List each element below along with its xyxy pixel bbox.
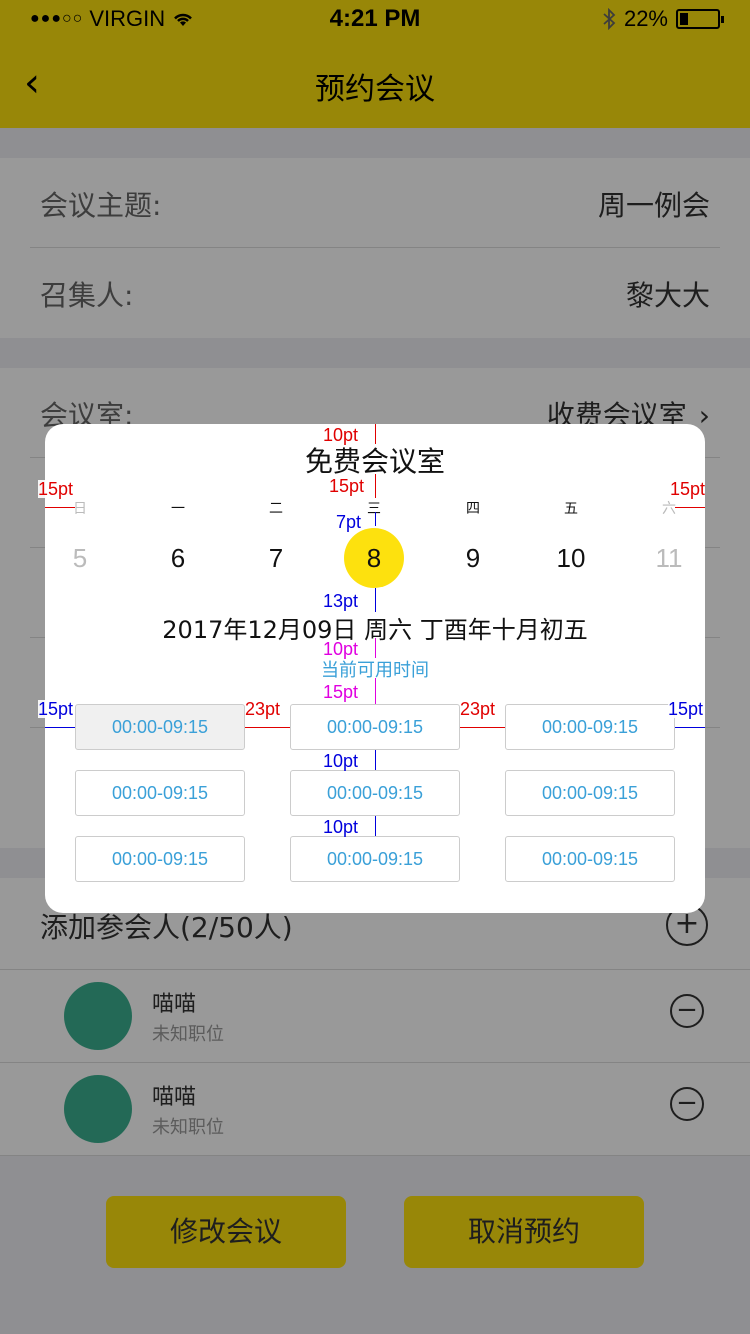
spec-line (245, 727, 290, 728)
spec-line (375, 474, 376, 498)
date-cell[interactable]: 11 (639, 528, 699, 588)
time-slot[interactable]: 00:00-09:15 (505, 770, 675, 816)
weekday-label: 四 (466, 501, 480, 517)
spec-label-side-left: 15pt (38, 479, 74, 499)
weekday-label: 二 (269, 501, 283, 517)
spec-label-weekday-gap: 7pt (336, 512, 362, 532)
spec-label-slot-gap2: 23pt (460, 699, 496, 719)
spec-line (460, 727, 505, 728)
spec-label-row-gap2: 10pt (323, 817, 359, 837)
weekday-label: 五 (564, 501, 578, 517)
date-strip: 5 6 7 8 9 10 11 (45, 528, 705, 588)
spec-line (375, 588, 376, 612)
time-slot[interactable]: 00:00-09:15 (290, 836, 460, 882)
time-slot[interactable]: 00:00-09:15 (505, 836, 675, 882)
date-cell[interactable]: 5 (50, 528, 110, 588)
date-cell-selected[interactable]: 8 (344, 528, 404, 588)
spec-line (675, 507, 705, 508)
spec-label-slot-left: 15pt (38, 699, 74, 719)
spec-line (675, 727, 705, 728)
weekday-label: 六 (662, 501, 676, 517)
spec-label-slot-right: 15pt (668, 699, 704, 719)
spec-label-title-gap: 15pt (329, 476, 365, 496)
time-slot[interactable]: 00:00-09:15 (75, 704, 245, 750)
spec-label-top-gap: 10pt (323, 425, 359, 445)
time-slot[interactable]: 00:00-09:15 (290, 704, 460, 750)
spec-label-avail-top: 10pt (323, 639, 359, 659)
spec-label-date-gap: 13pt (323, 591, 359, 611)
time-slot[interactable]: 00:00-09:15 (75, 770, 245, 816)
weekday-label: 一 (171, 501, 185, 517)
date-cell[interactable]: 10 (541, 528, 601, 588)
date-cell[interactable]: 7 (246, 528, 306, 588)
spec-label-side-right: 15pt (670, 479, 706, 499)
spec-label-row-gap1: 10pt (323, 751, 359, 771)
time-slot[interactable]: 00:00-09:15 (505, 704, 675, 750)
spec-line (375, 750, 376, 770)
weekday-label: 日 (73, 501, 87, 517)
spec-label-avail-bottom: 15pt (323, 682, 359, 702)
date-cell[interactable]: 9 (443, 528, 503, 588)
spec-line (45, 507, 75, 508)
spec-label-slot-gap1: 23pt (245, 699, 281, 719)
spec-line (375, 816, 376, 836)
date-cell[interactable]: 6 (148, 528, 208, 588)
spec-line (375, 512, 376, 526)
spec-line (375, 638, 376, 658)
time-slot[interactable]: 00:00-09:15 (75, 836, 245, 882)
time-slot[interactable]: 00:00-09:15 (290, 770, 460, 816)
spec-line (375, 678, 376, 704)
spec-line (375, 424, 376, 444)
spec-line (45, 727, 75, 728)
